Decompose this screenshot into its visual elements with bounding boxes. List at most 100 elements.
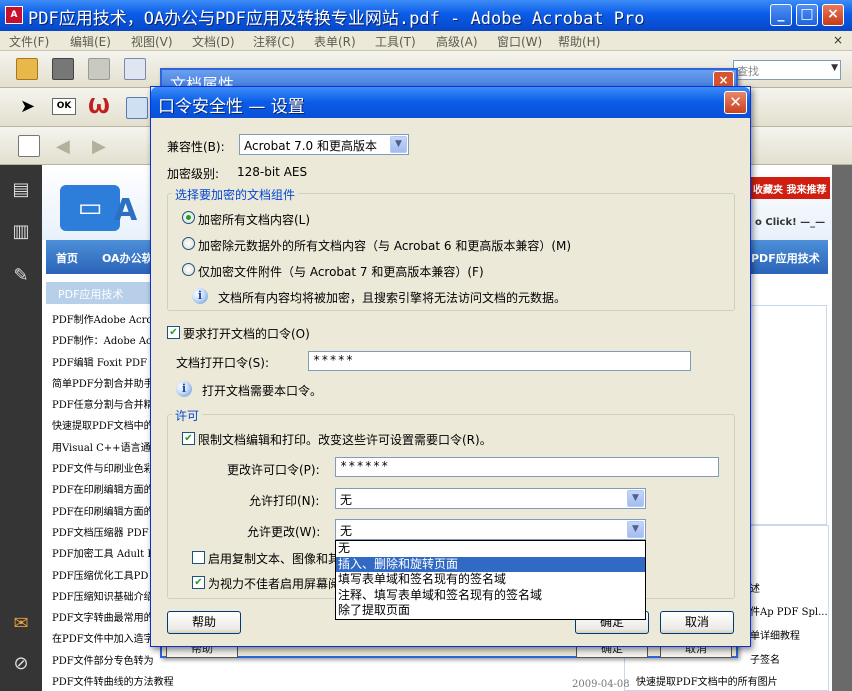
list-item[interactable]: PDF压缩优化工具PD [52, 567, 162, 588]
changes-option-except-extract[interactable]: 除了提取页面 [336, 603, 645, 619]
pdf-icon: A [5, 6, 23, 24]
list-item[interactable]: PDF加密工具 Adult PD [52, 545, 162, 566]
chevron-down-icon[interactable]: ▼ [627, 521, 644, 538]
find-placeholder: 查找 [737, 65, 759, 78]
signatures-icon[interactable]: ✎ [10, 265, 32, 287]
radio-encrypt-attachments[interactable] [182, 263, 195, 276]
spellcheck-icon[interactable] [18, 135, 40, 157]
nav-oa[interactable]: OA办公软 [102, 250, 153, 266]
dialog-close-icon[interactable]: ✕ [724, 91, 747, 114]
menu-help[interactable]: 帮助(H) [558, 33, 600, 50]
changes-allowed-listbox[interactable]: 无 插入、删除和旋转页面 填写表单域和签名现有的签名域 注释、填写表单域和签名现… [335, 540, 646, 620]
menu-document[interactable]: 文档(D) [192, 33, 235, 50]
undo-icon[interactable]: ◀ [56, 136, 70, 157]
list-item[interactable]: PDF在印刷编辑方面的 [52, 481, 162, 502]
pages-icon[interactable]: ▤ [10, 179, 32, 201]
menu-tools[interactable]: 工具(T) [375, 33, 416, 50]
list-item[interactable]: 在PDF文件中加入造字 [52, 630, 162, 651]
help-button[interactable]: 帮助 [167, 611, 241, 634]
compatibility-select[interactable]: Acrobat 7.0 和更高版本 ▼ [239, 134, 409, 155]
menu-comments[interactable]: 注释(C) [253, 33, 295, 50]
site-logo-icon: ▭ [60, 185, 120, 231]
require-open-password-checkbox[interactable]: ✔ [167, 326, 180, 339]
list-item[interactable]: PDF编辑 Foxit PDF Pa [52, 354, 162, 375]
bookmarks-icon[interactable]: ▥ [10, 221, 32, 243]
list-item[interactable]: PDF压缩知识基础介绍 [52, 588, 162, 609]
list-item[interactable]: PDF制作：Adobe Acro [52, 332, 162, 353]
find-input[interactable]: 查找 ▼ [733, 60, 841, 80]
cancel-button[interactable]: 取消 [660, 611, 734, 634]
chevron-down-icon[interactable]: ▼ [831, 63, 838, 73]
change-password-label: 更改许可口令(P): [227, 463, 320, 477]
list-item[interactable]: PDF任意分割与合并精 [52, 396, 162, 417]
changes-allowed-select[interactable]: 无 ▼ [335, 519, 646, 540]
changes-option-comment-fill-forms[interactable]: 注释、填写表单域和签名现有的签名域 [336, 588, 645, 604]
open-folder-icon[interactable] [16, 58, 38, 80]
right-item[interactable]: 述 [750, 580, 760, 595]
menu-window[interactable]: 窗口(W) [497, 33, 542, 50]
restrict-editing-checkbox[interactable]: ✔ [182, 432, 195, 445]
list-item[interactable]: PDF文件与印刷业色彩 [52, 460, 162, 481]
permission-password-input[interactable]: ****** [335, 457, 719, 477]
enable-screenreader-checkbox[interactable]: ✔ [192, 576, 205, 589]
changes-option-none[interactable]: 无 [336, 541, 645, 557]
redo-icon[interactable]: ▶ [92, 136, 106, 157]
info-icon: i [192, 288, 208, 304]
list-item[interactable]: 用Visual C++语言通过 [52, 439, 162, 460]
right-item[interactable]: 子签名 [750, 651, 780, 666]
document-scrollbar[interactable] [832, 165, 852, 691]
crop-icon[interactable] [126, 97, 148, 119]
menu-advanced[interactable]: 高级(A) [436, 33, 478, 50]
menu-view[interactable]: 视图(V) [131, 33, 173, 50]
select-arrow-icon[interactable]: ➤ [20, 96, 35, 117]
enable-screenreader-label[interactable]: 为视力不佳者启用屏幕阅 [208, 575, 340, 592]
radio-encrypt-attachments-label[interactable]: 仅加密文件附件（与 Acrobat 7 和更高版本兼容）(F) [198, 263, 484, 280]
enable-copy-checkbox[interactable] [192, 551, 205, 564]
radio-encrypt-except-metadata-label[interactable]: 加密除元数据外的所有文档内容（与 Acrobat 6 和更高版本兼容）(M) [198, 237, 571, 254]
close-window-button[interactable]: × [822, 4, 844, 26]
list-item[interactable]: PDF文字转曲最常用的 [52, 609, 162, 630]
right-item[interactable]: 单详细教程 [750, 627, 800, 642]
minimize-button[interactable]: _ [770, 4, 792, 26]
nav-home[interactable]: 首页 [56, 250, 78, 266]
changes-allowed-label: 允许更改(W): [247, 525, 321, 539]
right-item[interactable]: 快速提取PDF文档中的所有图片 [636, 673, 778, 688]
open-password-input[interactable]: ***** [308, 351, 691, 371]
email-icon[interactable] [124, 58, 146, 80]
enable-copy-label[interactable]: 启用复制文本、图像和其 [208, 550, 340, 567]
chevron-down-icon[interactable]: ▼ [390, 136, 407, 153]
dialog-title-bar: 口令安全性 — 设置 ✕ [151, 87, 750, 118]
radio-encrypt-all-label[interactable]: 加密所有文档内容(L) [198, 211, 310, 228]
print-icon[interactable] [52, 58, 74, 80]
enc-level-label: 加密级别: [167, 167, 220, 181]
changes-option-fill-forms[interactable]: 填写表单域和签名现有的签名域 [336, 572, 645, 588]
restrict-editing-label[interactable]: 限制文档编辑和打印。改变这些许可设置需要口令(R)。 [198, 431, 492, 448]
print-allowed-select[interactable]: 无 ▼ [335, 488, 646, 509]
require-open-password-label[interactable]: 要求打开文档的口令(O) [183, 325, 310, 342]
save-icon[interactable] [88, 58, 110, 80]
changes-option-insert-delete-rotate[interactable]: 插入、删除和旋转页面 [336, 556, 645, 572]
list-item[interactable]: PDF制作Adobe Acrobat [52, 311, 162, 332]
ok-form-button-icon[interactable]: OK [52, 98, 76, 115]
menu-forms[interactable]: 表单(R) [314, 33, 356, 50]
maximize-button[interactable]: □ [796, 4, 818, 26]
list-item[interactable]: PDF文档压缩器 PDF C [52, 524, 162, 545]
menu-edit[interactable]: 编辑(E) [70, 33, 111, 50]
list-item[interactable]: PDF文件转曲线的方法教程 [52, 673, 174, 691]
chevron-down-icon[interactable]: ▼ [627, 490, 644, 507]
list-item[interactable]: PDF在印刷编辑方面的 [52, 503, 162, 524]
menu-file[interactable]: 文件(F) [9, 33, 49, 50]
document-close-icon[interactable]: × [830, 32, 846, 48]
permissions-title: 许可 [172, 407, 203, 424]
radio-encrypt-except-metadata[interactable] [182, 237, 195, 250]
right-item[interactable]: 件Ap PDF Spl... [750, 603, 828, 618]
list-item[interactable]: 快速提取PDF文档中的 [52, 417, 162, 438]
list-item[interactable]: PDF文件部分专色转为 [52, 652, 162, 673]
nav-pdf-tech[interactable]: PDF应用技术 [751, 250, 820, 266]
radio-encrypt-all[interactable] [182, 211, 195, 224]
attachments-icon[interactable]: ⊘ [10, 653, 32, 675]
sign-icon[interactable]: Ѡ [88, 94, 110, 118]
comments-icon[interactable]: ✉ [10, 613, 32, 635]
list-item[interactable]: 简单PDF分割合并助手 [52, 375, 162, 396]
favorites-link[interactable]: 收藏夹 我来推荐 [750, 177, 830, 199]
